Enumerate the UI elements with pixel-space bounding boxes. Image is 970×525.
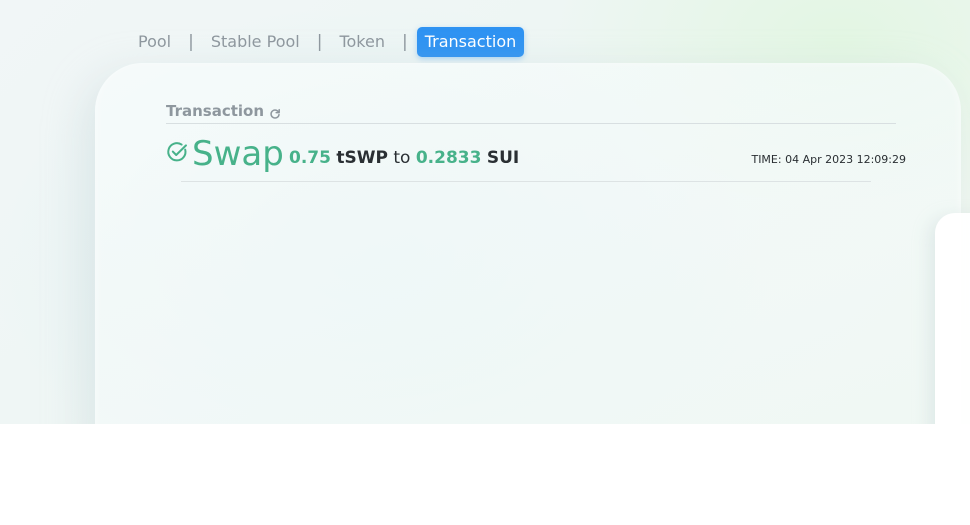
app-viewport: Pool | Stable Pool | Token | Transaction… (0, 0, 970, 424)
from-amount: 0.75 (289, 148, 331, 168)
row-divider (181, 181, 871, 182)
tab-token[interactable]: Token (327, 27, 397, 57)
transaction-time: TIME: 04 Apr 2023 12:09:29 (751, 153, 906, 166)
card-title: Transaction (166, 102, 265, 120)
to-amount: 0.2833 (415, 148, 482, 168)
tab-stable-pool[interactable]: Stable Pool (199, 27, 312, 57)
tab-separator: | (401, 32, 408, 52)
to-symbol: SUI (486, 148, 520, 168)
tab-separator: | (188, 32, 194, 52)
refresh-icon-graphic (270, 108, 280, 119)
transaction-type: Swap (192, 134, 284, 174)
connector-text: to (393, 148, 411, 168)
transaction-detail: 0.75 tSWP to 0.2833 SUI (289, 148, 519, 168)
nav-tabs: Pool | Stable Pool | Token | Transaction (126, 27, 525, 57)
tab-transaction[interactable]: Transaction (416, 27, 525, 57)
refresh-icon[interactable] (269, 105, 281, 119)
from-symbol: tSWP (336, 148, 388, 168)
tab-separator: | (316, 32, 323, 52)
side-panel (935, 213, 970, 424)
transaction-row[interactable]: Swap 0.75 tSWP to 0.2833 SUI TIME: 04 Ap… (166, 133, 906, 181)
transaction-card: Transaction Swap 0.75 tSWP to 0.2833 SUI… (95, 63, 961, 424)
check-circle-icon (166, 141, 188, 163)
tab-pool[interactable]: Pool (126, 27, 183, 57)
card-header: Transaction (166, 99, 896, 124)
check-circle-icon-graphic (167, 142, 187, 162)
